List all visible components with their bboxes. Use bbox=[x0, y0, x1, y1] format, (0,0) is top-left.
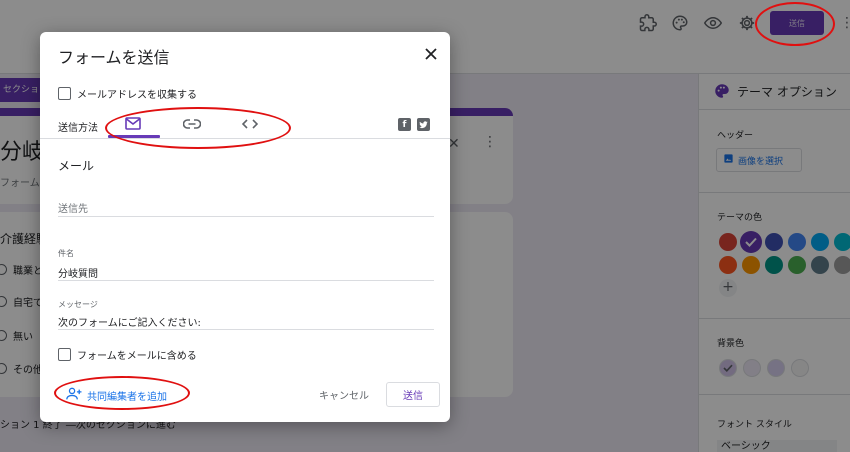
subject-field-label: 件名 bbox=[58, 249, 74, 258]
dialog-title: フォームを送信 bbox=[58, 48, 170, 67]
message-field-label: メッセージ bbox=[58, 300, 98, 309]
field-underline bbox=[58, 329, 434, 330]
annotation-ellipse-send bbox=[755, 2, 835, 46]
send-button[interactable]: 送信 bbox=[386, 382, 440, 407]
close-icon[interactable] bbox=[421, 44, 441, 64]
field-underline bbox=[58, 280, 434, 281]
message-field-value[interactable]: 次のフォームにご記入ください: bbox=[58, 314, 434, 329]
send-via-label: 送信方法 bbox=[58, 123, 98, 134]
facebook-icon[interactable]: f bbox=[398, 118, 411, 131]
include-form-checkbox-row[interactable]: フォームをメールに含める bbox=[58, 347, 197, 362]
to-field-placeholder: 送信先 bbox=[58, 204, 88, 215]
cancel-button[interactable]: キャンセル bbox=[319, 387, 369, 402]
email-section-heading: メール bbox=[58, 159, 95, 173]
to-field[interactable]: 送信先 bbox=[58, 200, 434, 218]
subject-field[interactable]: 件名 分岐質問 bbox=[58, 248, 434, 282]
include-form-checkbox[interactable] bbox=[58, 348, 71, 361]
collect-email-checkbox[interactable] bbox=[58, 87, 71, 100]
message-field[interactable]: メッセージ 次のフォームにご記入ください: bbox=[58, 299, 434, 331]
field-underline bbox=[58, 216, 434, 217]
subject-field-value[interactable]: 分岐質問 bbox=[58, 265, 434, 280]
send-form-dialog: フォームを送信 メールアドレスを収集する 送信方法 f メール 送信先 件名 分… bbox=[40, 32, 450, 422]
twitter-icon[interactable] bbox=[417, 118, 430, 131]
annotation-ellipse-tabs bbox=[105, 107, 291, 149]
collect-email-checkbox-row[interactable]: メールアドレスを収集する bbox=[58, 86, 197, 101]
annotation-ellipse-collaborators bbox=[54, 376, 190, 410]
